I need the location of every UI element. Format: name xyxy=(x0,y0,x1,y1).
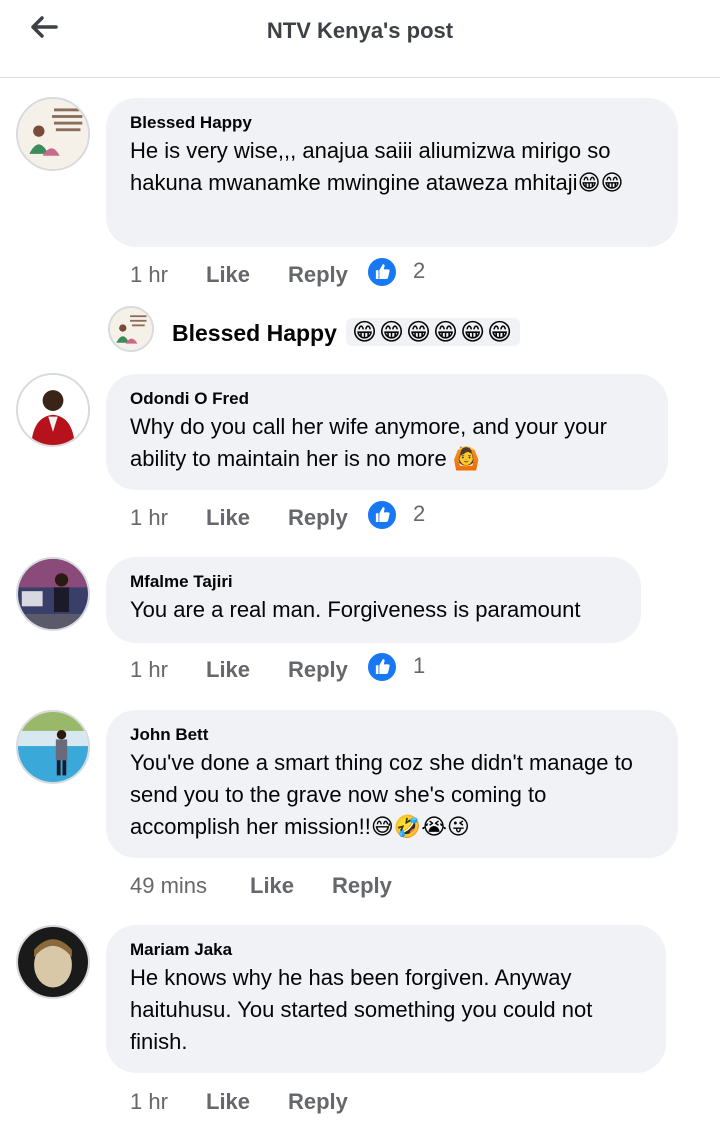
emoji: 😁😁 xyxy=(577,171,624,196)
avatar-blessed-happy[interactable] xyxy=(16,97,90,171)
comment-text: He is very wise,,, anajua saiii aliumizw… xyxy=(130,138,624,196)
comment-author[interactable]: Blessed Happy xyxy=(130,113,654,133)
comment-text: You are a real man. Forgiveness is param… xyxy=(130,597,581,622)
comment-time: 1 hr xyxy=(130,505,168,530)
like-reaction-icon[interactable] xyxy=(366,651,398,683)
like-button[interactable]: Like xyxy=(206,655,250,685)
comment-bubble[interactable]: Mariam Jaka He knows why he has been for… xyxy=(106,925,666,1073)
comment-time: 1 hr xyxy=(130,657,168,682)
emoji: 🙆 xyxy=(452,447,481,472)
reaction-count[interactable]: 2 xyxy=(413,258,425,284)
reply-button[interactable]: Reply xyxy=(288,655,348,685)
comment-time: 49 mins xyxy=(130,873,208,898)
avatar-odondi-o-fred[interactable] xyxy=(16,373,90,447)
reply-emoji: 😁😁😁😁😁😁 xyxy=(346,318,521,346)
reply-author: Blessed Happy xyxy=(172,320,337,346)
top-bar: NTV Kenya's post xyxy=(0,0,720,78)
avatar-mariam-jaka[interactable] xyxy=(16,925,90,999)
comment-bubble[interactable]: Odondi O Fred Why do you call her wife a… xyxy=(106,374,668,490)
like-reaction-icon[interactable] xyxy=(366,256,398,288)
comment-author[interactable]: Mariam Jaka xyxy=(130,940,642,960)
comment-author[interactable]: Odondi O Fred xyxy=(130,389,644,409)
comment-time: 1 hr xyxy=(130,262,168,287)
like-button[interactable]: Like xyxy=(206,260,250,290)
comment-author[interactable]: John Bett xyxy=(130,725,654,745)
comment-bubble[interactable]: John Bett You've done a smart thing coz … xyxy=(106,710,678,858)
comment-text: You've done a smart thing coz she didn't… xyxy=(130,750,633,840)
like-button[interactable]: Like xyxy=(206,1087,250,1117)
reply-button[interactable]: Reply xyxy=(288,503,348,533)
avatar-john-bett[interactable] xyxy=(16,710,90,784)
avatar-mfalme-tajiri[interactable] xyxy=(16,557,90,631)
reply-preview[interactable]: Blessed Happy 😁😁😁😁😁😁 xyxy=(108,304,548,352)
reply-button[interactable]: Reply xyxy=(332,871,392,901)
comment-bubble[interactable]: Mfalme Tajiri You are a real man. Forgiv… xyxy=(106,557,641,643)
comment-bubble[interactable]: Blessed Happy He is very wise,,, anajua … xyxy=(106,98,678,247)
reply-button[interactable]: Reply xyxy=(288,1087,348,1117)
comment-actions: 1 hr Like Reply xyxy=(130,260,450,290)
comment-text: He knows why he has been forgiven. Anywa… xyxy=(130,965,593,1054)
comment-time: 1 hr xyxy=(130,1089,168,1114)
comment-actions: 49 mins Like Reply xyxy=(130,871,450,901)
like-button[interactable]: Like xyxy=(206,503,250,533)
reaction-count[interactable]: 2 xyxy=(413,501,425,527)
avatar-blessed-happy-small xyxy=(108,306,154,352)
reply-button[interactable]: Reply xyxy=(288,260,348,290)
like-button[interactable]: Like xyxy=(250,871,294,901)
comment-actions: 1 hr Like Reply xyxy=(130,503,450,533)
comment-author[interactable]: Mfalme Tajiri xyxy=(130,572,617,592)
comment-text: Why do you call her wife anymore, and yo… xyxy=(130,414,607,472)
comment-actions: 1 hr Like Reply xyxy=(130,1087,450,1117)
emoji: 😅🤣😭😜 xyxy=(370,815,470,840)
page-title: NTV Kenya's post xyxy=(266,18,454,43)
like-reaction-icon[interactable] xyxy=(366,499,398,531)
reaction-count[interactable]: 1 xyxy=(413,653,425,679)
comment-actions: 1 hr Like Reply xyxy=(130,655,450,685)
